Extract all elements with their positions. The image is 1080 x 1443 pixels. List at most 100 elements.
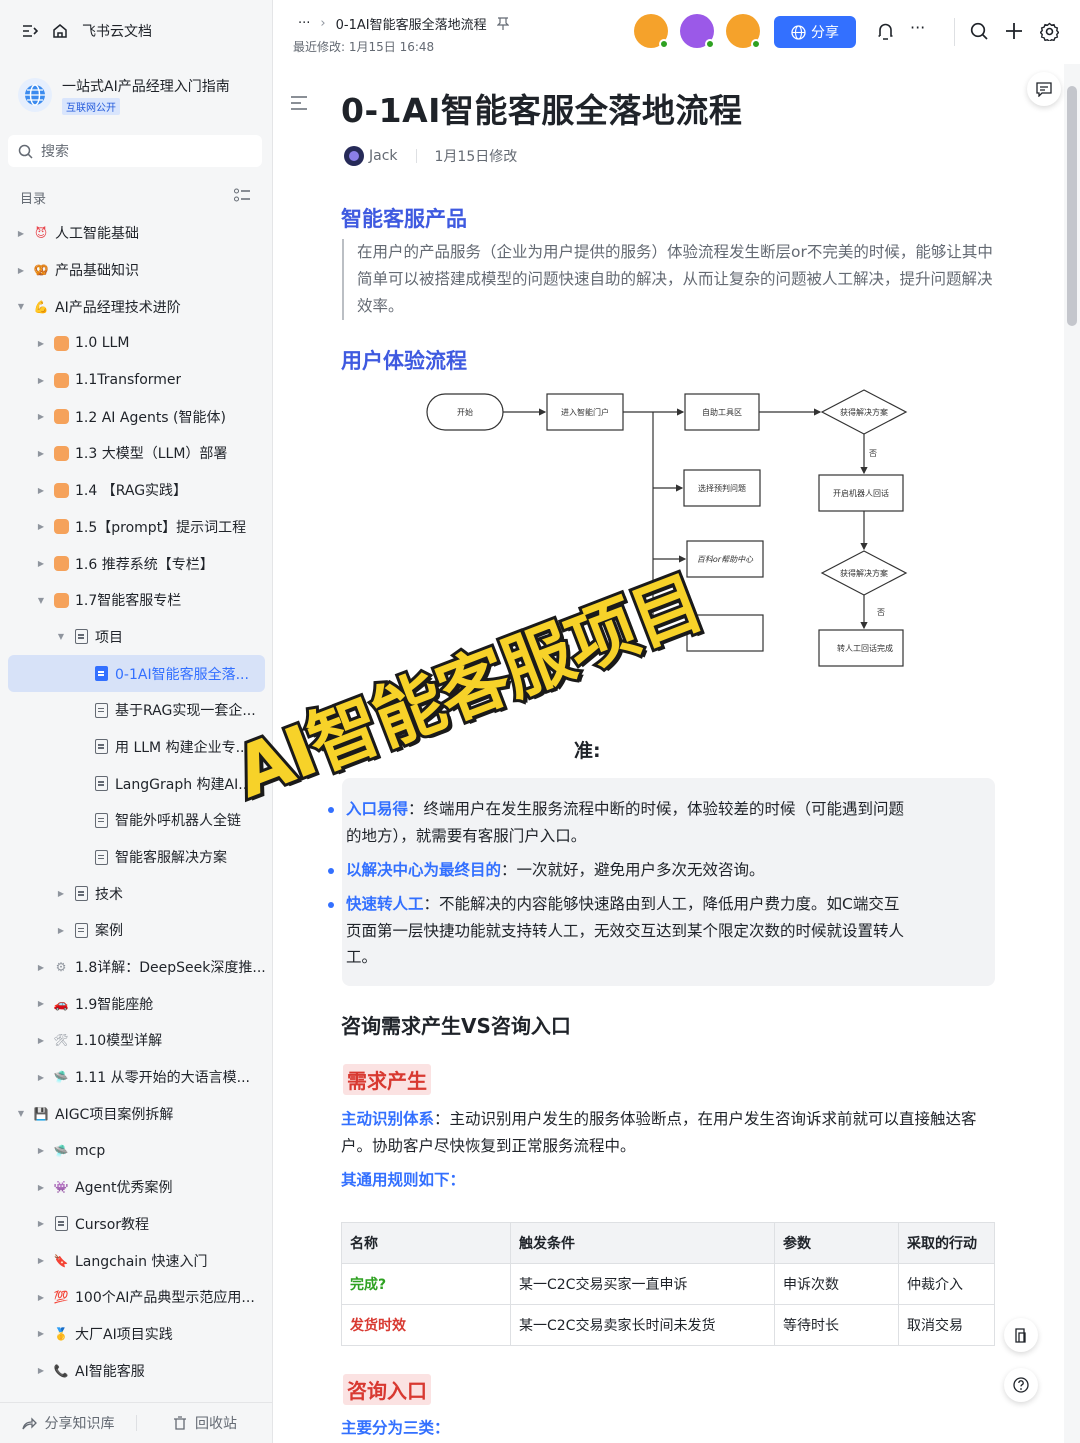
tree-item-label: 智能客服解决方案 bbox=[115, 850, 227, 867]
expand-arrow-icon[interactable]: ▶ bbox=[16, 266, 26, 275]
tree-item-label: LangGraph 构建AI... bbox=[115, 776, 252, 793]
tree-item[interactable]: LangGraph 构建AI... bbox=[0, 765, 273, 802]
tools-emoji-icon: 🛠 bbox=[53, 1033, 69, 1048]
tree-item[interactable]: ▶ 1.6 推荐系统【专栏】 bbox=[0, 545, 273, 582]
expand-arrow-icon[interactable]: ▶ bbox=[36, 1329, 46, 1338]
tree-item[interactable]: ▶ 1.2 AI Agents (智能体) bbox=[0, 398, 273, 435]
collapse-arrow-icon[interactable]: ▼ bbox=[56, 632, 66, 641]
expand-arrow-icon[interactable]: ▶ bbox=[36, 1256, 46, 1265]
trash-icon bbox=[173, 1416, 187, 1430]
comment-icon[interactable] bbox=[1027, 72, 1061, 106]
avatar[interactable] bbox=[726, 14, 761, 49]
expand-arrow-icon[interactable]: ▶ bbox=[36, 1073, 46, 1082]
tree-item[interactable]: ▶ 案例 bbox=[0, 912, 273, 949]
expand-arrow-icon[interactable]: ▶ bbox=[36, 522, 46, 531]
tree-item[interactable]: ▶ ⚙ 1.8详解：DeepSeek深度推... bbox=[0, 949, 273, 986]
expand-arrow-icon[interactable]: ▶ bbox=[36, 339, 46, 348]
tree-item[interactable]: ▶ 💯 100个AI产品典型示范应用... bbox=[0, 1279, 273, 1316]
tree-item[interactable]: 智能客服解决方案 bbox=[0, 839, 273, 876]
share-kb-button[interactable]: 分享知识库 bbox=[0, 1413, 136, 1433]
knowledge-base-card[interactable]: 一站式AI产品经理入门指南 互联网公开 bbox=[0, 66, 273, 126]
tree-item[interactable]: ▶ 技术 bbox=[0, 875, 273, 912]
breadcrumb-more[interactable]: ··· bbox=[298, 16, 310, 31]
tree-item[interactable]: ▼ 1.7智能客服专栏 bbox=[0, 582, 273, 619]
expand-arrow-icon[interactable]: ▶ bbox=[36, 412, 46, 421]
expand-arrow-icon[interactable]: ▶ bbox=[36, 376, 46, 385]
tree-item[interactable]: ▶ 📞 AI智能客服 bbox=[0, 1352, 273, 1389]
collapse-sidebar-icon[interactable] bbox=[22, 24, 38, 38]
expand-arrow-icon[interactable]: ▶ bbox=[36, 1036, 46, 1045]
scrollbar-thumb[interactable] bbox=[1067, 86, 1077, 326]
collapse-arrow-icon[interactable]: ▼ bbox=[16, 302, 26, 311]
scrollbar[interactable] bbox=[1064, 64, 1080, 1443]
tree-item[interactable]: ▶ 1.3 大模型（LLM）部署 bbox=[0, 435, 273, 472]
bullet-item: 快速转人工：不能解决的内容能够快速路由到人工，降低用户费力度。如C端交互页面第一… bbox=[328, 891, 914, 971]
avatar[interactable] bbox=[634, 14, 669, 49]
tree-item[interactable]: ▶ 1.4 【RAG实践】 bbox=[0, 472, 273, 509]
avatar[interactable] bbox=[680, 14, 715, 49]
tree-item[interactable]: ▶ 🛠 1.10模型详解 bbox=[0, 1022, 273, 1059]
tree-item[interactable]: ▶ 🚗 1.9智能座舱 bbox=[0, 985, 273, 1022]
expand-arrow-icon[interactable]: ▶ bbox=[36, 449, 46, 458]
tree-item[interactable]: ▶ 1.0 LLM bbox=[0, 325, 273, 362]
expand-arrow-icon[interactable]: ▶ bbox=[36, 963, 46, 972]
breadcrumb-title[interactable]: 0-1AI智能客服全落地流程 bbox=[336, 14, 487, 33]
tree-item[interactable]: ▶ 1.5【prompt】提示词工程 bbox=[0, 509, 273, 546]
collapse-arrow-icon[interactable]: ▼ bbox=[36, 596, 46, 605]
plus-icon[interactable] bbox=[1005, 22, 1023, 40]
document-icon bbox=[92, 811, 110, 829]
tree-item[interactable]: ▶ Cursor教程 bbox=[0, 1206, 273, 1243]
expand-arrow-icon[interactable]: ▶ bbox=[16, 229, 26, 238]
author-name[interactable]: Jack bbox=[369, 148, 398, 164]
search-box[interactable]: 搜索 bbox=[8, 135, 262, 167]
tree-item[interactable]: ▼ 💪 AI产品经理技术进阶 bbox=[0, 288, 273, 325]
edited-date: 1月15日修改 bbox=[434, 149, 518, 165]
author-avatar[interactable] bbox=[344, 146, 364, 166]
tree-item-label: 大厂AI项目实践 bbox=[75, 1326, 173, 1343]
expand-arrow-icon[interactable]: ▶ bbox=[36, 486, 46, 495]
tree-item[interactable]: ▶ 🥇 大厂AI项目实践 bbox=[0, 1316, 273, 1353]
tree-item[interactable]: ▼ 💾 AIGC项目案例拆解 bbox=[0, 1096, 273, 1133]
expand-arrow-icon[interactable]: ▶ bbox=[36, 999, 46, 1008]
doc-info-icon[interactable] bbox=[1004, 1318, 1038, 1352]
toc-list-icon[interactable] bbox=[234, 188, 251, 203]
expand-arrow-icon[interactable]: ▶ bbox=[56, 889, 66, 898]
tree-item[interactable]: ▶ 🛸 1.11 从零开始的大语言模... bbox=[0, 1059, 273, 1096]
bell-icon[interactable] bbox=[877, 22, 894, 41]
expand-arrow-icon[interactable]: ▶ bbox=[36, 1183, 46, 1192]
gear-icon[interactable] bbox=[1040, 22, 1059, 41]
expand-arrow-icon[interactable]: ▶ bbox=[36, 1146, 46, 1155]
expand-arrow-icon[interactable]: ▶ bbox=[56, 926, 66, 935]
outline-icon[interactable] bbox=[290, 96, 308, 110]
tree-item[interactable]: ▶ 😈 人工智能基础 bbox=[0, 215, 273, 252]
help-icon[interactable] bbox=[1004, 1368, 1038, 1402]
tree-item[interactable]: 0-1AI智能客服全落... bbox=[8, 655, 265, 692]
collapse-arrow-icon[interactable]: ▼ bbox=[16, 1109, 26, 1118]
share-button[interactable]: 分享 bbox=[774, 16, 856, 48]
tree-item[interactable]: ▶ 🥨 产品基础知识 bbox=[0, 252, 273, 289]
tree-item[interactable]: ▶ 🔖 Langchain 快速入门 bbox=[0, 1242, 273, 1279]
tree-item[interactable]: ▶ 👾 Agent优秀案例 bbox=[0, 1169, 273, 1206]
tree-item[interactable]: ▶ 🛸 mcp bbox=[0, 1132, 273, 1169]
expand-arrow-icon[interactable]: ▶ bbox=[36, 1366, 46, 1375]
pin-icon[interactable] bbox=[496, 17, 509, 30]
tree-item[interactable]: ▶ 1.1Transformer bbox=[0, 362, 273, 399]
more-icon[interactable]: ··· bbox=[910, 18, 925, 37]
tree-item[interactable]: 智能外呼机器人全链 bbox=[0, 802, 273, 839]
search-icon bbox=[18, 144, 33, 159]
app-name[interactable]: 飞书云文档 bbox=[82, 21, 152, 41]
expand-arrow-icon[interactable]: ▶ bbox=[36, 559, 46, 568]
tree-item-label: 1.1Transformer bbox=[75, 372, 182, 389]
tree-item-label: AIGC项目案例拆解 bbox=[55, 1106, 174, 1123]
document-shape bbox=[74, 922, 88, 938]
expand-arrow-icon[interactable]: ▶ bbox=[36, 1219, 46, 1228]
tree-item[interactable]: ▼ 项目 bbox=[0, 619, 273, 656]
trash-button[interactable]: 回收站 bbox=[137, 1413, 273, 1433]
pretzel-emoji-icon: 🥨 bbox=[33, 263, 49, 278]
rules-table: 名称 触发条件 参数 采取的行动 完成? 某一C2C交易买家一直申诉 申诉次数 … bbox=[341, 1222, 995, 1346]
home-icon[interactable] bbox=[52, 23, 68, 39]
table-header-row: 名称 触发条件 参数 采取的行动 bbox=[341, 1222, 995, 1264]
search-icon[interactable] bbox=[970, 22, 988, 40]
expand-arrow-icon[interactable]: ▶ bbox=[36, 1293, 46, 1302]
square-shape bbox=[53, 556, 69, 572]
